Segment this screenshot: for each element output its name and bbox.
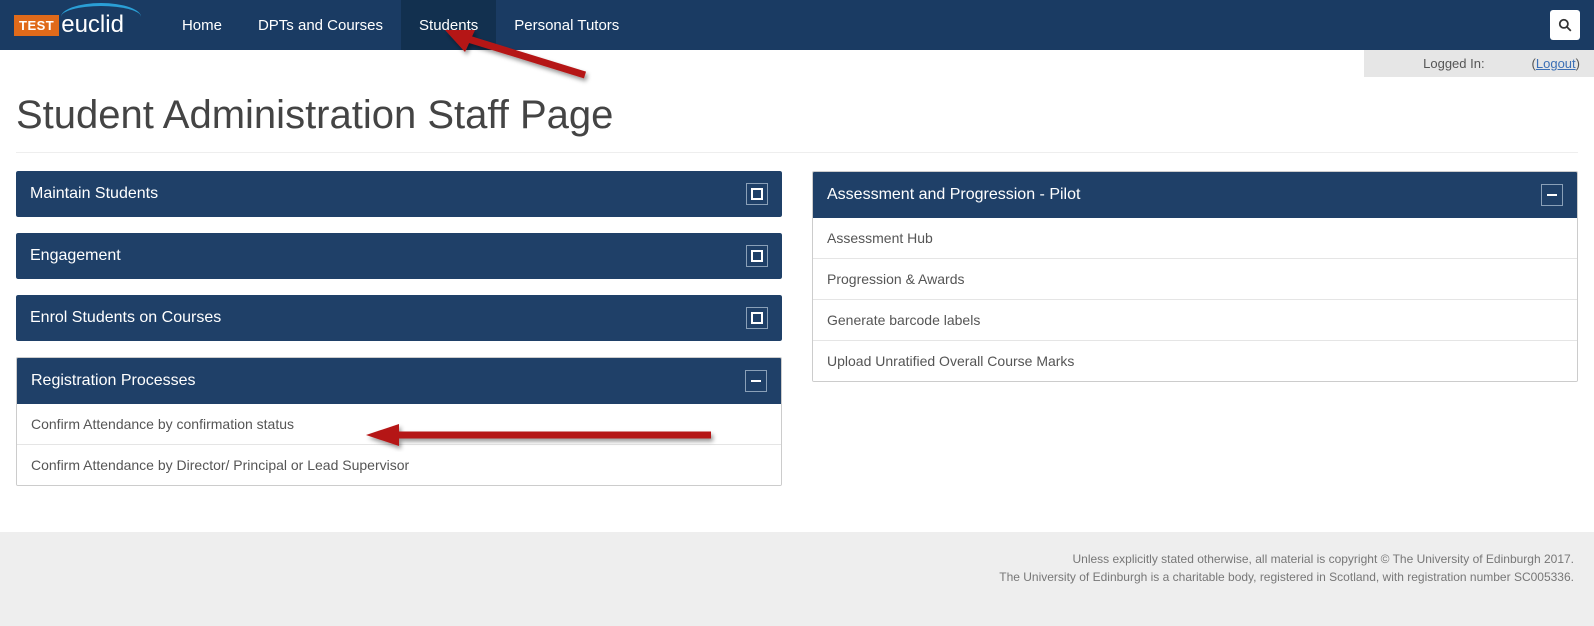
link-generate-barcode[interactable]: Generate barcode labels bbox=[813, 299, 1577, 340]
panel-title: Maintain Students bbox=[30, 185, 158, 203]
panel-header-engagement[interactable]: Engagement bbox=[16, 233, 782, 279]
login-status-bar: Logged In: (Logout) bbox=[1364, 50, 1594, 77]
panel-engagement: Engagement bbox=[16, 233, 782, 279]
nav-home[interactable]: Home bbox=[164, 0, 240, 50]
panel-title: Engagement bbox=[30, 247, 121, 265]
panel-title: Enrol Students on Courses bbox=[30, 309, 221, 327]
left-column: Maintain Students Engagement Enrol Stude… bbox=[16, 171, 782, 502]
panel-columns: Maintain Students Engagement Enrol Stude… bbox=[16, 171, 1578, 502]
logo-text: euclid bbox=[61, 11, 124, 39]
link-assessment-hub[interactable]: Assessment Hub bbox=[813, 218, 1577, 258]
top-nav-bar: TEST euclid Home DPTs and Courses Studen… bbox=[0, 0, 1594, 50]
nav-dpts-courses[interactable]: DPTs and Courses bbox=[240, 0, 401, 50]
footer-line-2: The University of Edinburgh is a charita… bbox=[20, 568, 1574, 586]
logo-test-badge: TEST bbox=[14, 15, 59, 36]
search-button[interactable] bbox=[1550, 10, 1580, 40]
collapse-icon bbox=[1541, 184, 1563, 206]
expand-icon bbox=[746, 245, 768, 267]
panel-header-enrol-students[interactable]: Enrol Students on Courses bbox=[16, 295, 782, 341]
panel-title: Registration Processes bbox=[31, 372, 196, 390]
logged-in-label: Logged In: bbox=[1423, 56, 1484, 71]
logout-link[interactable]: Logout bbox=[1536, 56, 1576, 71]
nav-students[interactable]: Students bbox=[401, 0, 496, 50]
panel-enrol-students: Enrol Students on Courses bbox=[16, 295, 782, 341]
main-content: Student Administration Staff Page Mainta… bbox=[0, 77, 1594, 532]
search-icon bbox=[1558, 18, 1572, 32]
link-confirm-attendance-director[interactable]: Confirm Attendance by Director/ Principa… bbox=[17, 444, 781, 485]
footer: Unless explicitly stated otherwise, all … bbox=[0, 532, 1594, 626]
expand-icon bbox=[746, 307, 768, 329]
logo-arc-icon bbox=[61, 3, 141, 17]
main-nav: Home DPTs and Courses Students Personal … bbox=[164, 0, 637, 50]
panel-registration-processes: Registration Processes Confirm Attendanc… bbox=[16, 357, 782, 486]
nav-personal-tutors[interactable]: Personal Tutors bbox=[496, 0, 637, 50]
link-progression-awards[interactable]: Progression & Awards bbox=[813, 258, 1577, 299]
expand-icon bbox=[746, 183, 768, 205]
panel-header-registration-processes[interactable]: Registration Processes bbox=[17, 358, 781, 404]
collapse-icon bbox=[745, 370, 767, 392]
panel-header-assessment-progression[interactable]: Assessment and Progression - Pilot bbox=[813, 172, 1577, 218]
panel-body: Confirm Attendance by confirmation statu… bbox=[17, 404, 781, 485]
panel-body: Assessment Hub Progression & Awards Gene… bbox=[813, 218, 1577, 381]
page-title: Student Administration Staff Page bbox=[16, 93, 1578, 153]
panel-assessment-progression: Assessment and Progression - Pilot Asses… bbox=[812, 171, 1578, 382]
link-upload-marks[interactable]: Upload Unratified Overall Course Marks bbox=[813, 340, 1577, 381]
logo[interactable]: TEST euclid bbox=[14, 11, 124, 39]
panel-maintain-students: Maintain Students bbox=[16, 171, 782, 217]
panel-header-maintain-students[interactable]: Maintain Students bbox=[16, 171, 782, 217]
link-confirm-attendance-status[interactable]: Confirm Attendance by confirmation statu… bbox=[17, 404, 781, 444]
right-column: Assessment and Progression - Pilot Asses… bbox=[812, 171, 1578, 502]
footer-line-1: Unless explicitly stated otherwise, all … bbox=[20, 550, 1574, 568]
panel-title: Assessment and Progression - Pilot bbox=[827, 186, 1080, 204]
